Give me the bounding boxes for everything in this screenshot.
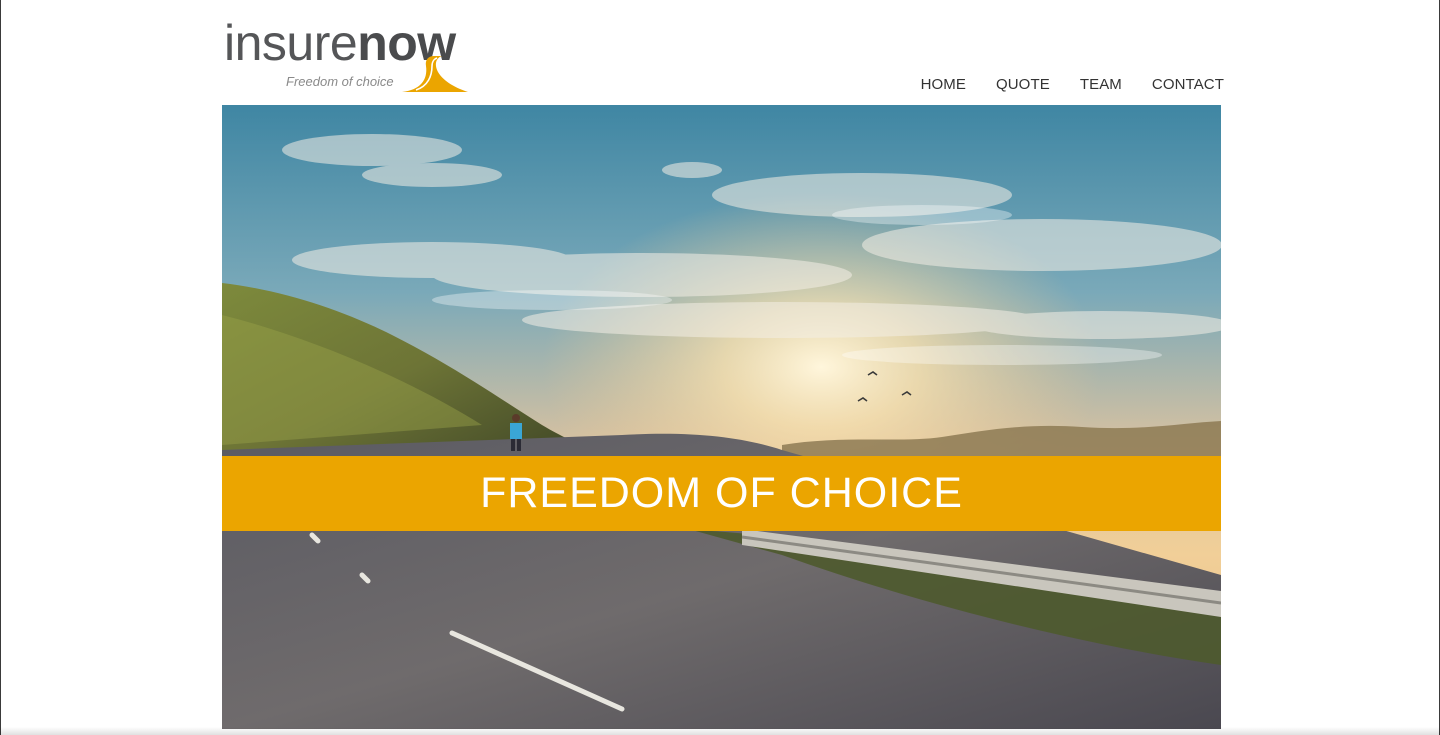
road-swoosh-icon xyxy=(402,56,468,92)
site-logo[interactable]: insurenow Freedom of choice xyxy=(224,14,484,98)
window-bottom-shadow xyxy=(0,727,1440,735)
nav-team[interactable]: TEAM xyxy=(1080,76,1122,93)
main-nav: HOME QUOTE TEAM CONTACT xyxy=(921,76,1224,93)
logo-tagline: Freedom of choice xyxy=(286,74,394,89)
hero-banner-text: FREEDOM OF CHOICE xyxy=(480,469,963,517)
hero-banner: FREEDOM OF CHOICE xyxy=(222,456,1221,531)
sunset-road-photo xyxy=(222,105,1221,729)
nav-contact[interactable]: CONTACT xyxy=(1152,76,1224,93)
hero-section: FREEDOM OF CHOICE xyxy=(222,105,1221,729)
logo-word-light: insure xyxy=(224,15,358,71)
site-header: insurenow Freedom of choice HOME QUOTE T… xyxy=(222,0,1224,105)
nav-home[interactable]: HOME xyxy=(921,76,966,93)
page-container: insurenow Freedom of choice HOME QUOTE T… xyxy=(222,0,1224,735)
nav-quote[interactable]: QUOTE xyxy=(996,76,1050,93)
window-edge-left xyxy=(0,0,1,735)
